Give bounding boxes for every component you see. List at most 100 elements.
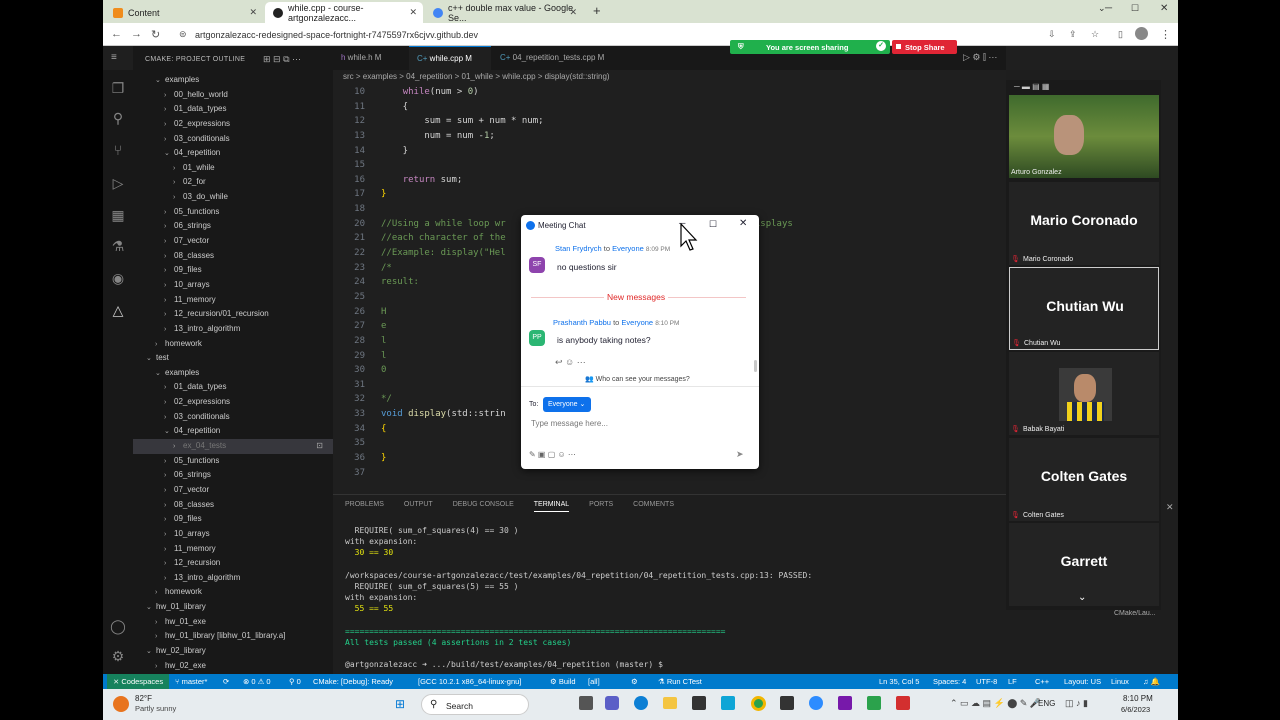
gallery-view-controls[interactable]: ─ ▬ ▤ ▦: [1014, 82, 1049, 91]
sidebar-item[interactable]: ⌄ 04_repetition: [133, 146, 333, 161]
sidebar-item[interactable]: › 10_arrays: [133, 278, 333, 293]
sidebar-item[interactable]: › 11_memory: [133, 542, 333, 557]
participant-tile-babak[interactable]: 🎙 Babak Bayati: [1009, 352, 1159, 435]
sidebar-item[interactable]: › 13_intro_algorithm: [133, 571, 333, 586]
sidebar-item[interactable]: ⌄ 04_repetition: [133, 424, 333, 439]
close-icon[interactable]: ✕: [409, 7, 417, 18]
search-icon[interactable]: ⚲: [110, 110, 126, 126]
build-button[interactable]: ⚙ Build: [550, 677, 576, 686]
edge-icon[interactable]: [634, 696, 648, 710]
clock-date[interactable]: 6/6/2023: [1121, 705, 1150, 714]
close-window-icon[interactable]: ✕: [1160, 3, 1168, 14]
sidebar-item[interactable]: › 07_vector: [133, 234, 333, 249]
new-tab-icon[interactable]: +: [593, 3, 601, 18]
site-info-icon[interactable]: ⊜: [179, 29, 187, 40]
message-input[interactable]: Type message here...: [531, 419, 608, 428]
editor-actions[interactable]: ▷ ⚙ ⫿ ⋯: [963, 52, 997, 63]
explorer-icon[interactable]: ❐: [110, 80, 126, 96]
maximize-window-icon[interactable]: ☐: [1131, 3, 1139, 14]
sidebar-item[interactable]: › 06_strings: [133, 219, 333, 234]
file-explorer-icon[interactable]: [663, 697, 677, 709]
input-language[interactable]: ENG: [1038, 699, 1055, 708]
chat-scrollbar[interactable]: [754, 360, 757, 372]
close-icon[interactable]: ✕: [249, 7, 257, 18]
weather-icon[interactable]: [113, 696, 129, 712]
settings-gear-icon[interactable]: ⚙: [110, 648, 126, 664]
close-icon[interactable]: ✕: [569, 7, 577, 18]
ports-indicator[interactable]: ⚲ 0: [289, 677, 301, 686]
sidebar-item[interactable]: › 01_data_types: [133, 102, 333, 117]
participant-tile-chutian[interactable]: Chutian Wu 🎙 Chutian Wu: [1009, 267, 1159, 350]
keyboard-layout[interactable]: Layout: US: [1064, 677, 1101, 686]
tab-output[interactable]: OUTPUT: [404, 501, 433, 512]
taskbar-search[interactable]: ⚲ Search: [421, 694, 529, 715]
notifications-icon[interactable]: ♫ 🔔: [1143, 677, 1160, 686]
sidebar-item[interactable]: › 12_recursion: [133, 556, 333, 571]
sidebar-item[interactable]: › hw_02_exe: [133, 659, 333, 674]
store-icon[interactable]: [692, 696, 706, 710]
sidebar-item[interactable]: › 12_recursion/01_recursion: [133, 307, 333, 322]
breadcrumb[interactable]: src > examples > 04_repetition > 01_whil…: [343, 72, 610, 81]
editor-tab-while-cpp[interactable]: C+ while.cpp M: [409, 46, 491, 70]
chevron-down-icon[interactable]: ⌄: [1078, 592, 1086, 603]
debug-icon[interactable]: ⚙: [631, 677, 638, 686]
sidebar-item[interactable]: › 09_files: [133, 263, 333, 278]
branch-indicator[interactable]: ⑂ master*: [175, 677, 207, 686]
send-icon[interactable]: ➤: [736, 449, 744, 460]
sidebar-item[interactable]: › 03_do_while: [133, 190, 333, 205]
sidebar-item[interactable]: › 05_functions: [133, 454, 333, 469]
sidebar-item[interactable]: › 08_classes: [133, 498, 333, 513]
browser-tab-while-cpp[interactable]: while.cpp - course-artgonzalezacc... ✕: [265, 2, 423, 23]
sidebar-item[interactable]: › hw_01_exe: [133, 615, 333, 630]
teams-icon[interactable]: [605, 696, 619, 710]
hamburger-menu-icon[interactable]: ≡: [111, 52, 117, 63]
eol[interactable]: LF: [1008, 677, 1017, 686]
sidebar-item[interactable]: › homework: [133, 585, 333, 600]
forward-icon[interactable]: →: [131, 28, 142, 40]
install-icon[interactable]: ⇩: [1048, 29, 1056, 40]
build-target-icon[interactable]: ⊡: [316, 439, 323, 454]
sidebar-item[interactable]: ⌄ hw_01_library: [133, 600, 333, 615]
sidebar-item[interactable]: › 09_files: [133, 512, 333, 527]
chat-close-icon[interactable]: ✕: [739, 218, 747, 229]
sidebar-item[interactable]: › 03_conditionals: [133, 410, 333, 425]
editor-tab-while-h[interactable]: h while.h M: [333, 46, 408, 70]
sidebar-item[interactable]: › 02_expressions: [133, 395, 333, 410]
tab-comments[interactable]: COMMENTS: [633, 501, 674, 512]
participant-tile-arturo[interactable]: Arturo Gonzalez: [1009, 95, 1159, 178]
sidebar-item[interactable]: › 02_expressions: [133, 117, 333, 132]
kit-selector[interactable]: [GCC 10.2.1 x86_64-linux-gnu]: [418, 677, 521, 686]
chrome-icon[interactable]: [751, 696, 766, 711]
chat-maximize-icon[interactable]: ☐: [709, 219, 717, 230]
sidebar-item[interactable]: › 01_data_types: [133, 380, 333, 395]
sidebar-item[interactable]: › 01_while: [133, 161, 333, 176]
task-view-icon[interactable]: [579, 696, 593, 710]
sidebar-item[interactable]: › 03_conditionals: [133, 132, 333, 147]
message-sender[interactable]: Stan Frydrych to Everyone 8:09 PM: [555, 244, 670, 253]
network-volume-icons[interactable]: ◫ ♪ ▮: [1065, 698, 1088, 709]
onenote-icon[interactable]: [838, 696, 852, 710]
language-mode[interactable]: C++: [1035, 677, 1049, 686]
sidebar-item[interactable]: › 00_hello_world: [133, 88, 333, 103]
run-debug-icon[interactable]: ▷: [110, 175, 126, 191]
profile-avatar[interactable]: [1135, 27, 1148, 40]
sidebar-item[interactable]: › 05_functions: [133, 205, 333, 220]
ctest-button[interactable]: ⚗ Run CTest: [658, 677, 702, 686]
stop-share-button[interactable]: Stop Share: [892, 40, 957, 54]
compose-toolbar[interactable]: ✎ ▣ ▢ ☺ ⋯: [529, 450, 576, 459]
source-control-icon[interactable]: ⑂: [110, 142, 126, 158]
reload-icon[interactable]: ↻: [151, 28, 160, 41]
mail-icon[interactable]: [721, 696, 735, 710]
target-selector[interactable]: [all]: [588, 677, 600, 686]
back-icon[interactable]: ←: [111, 28, 122, 40]
sidebar-item[interactable]: › hw_01_library [libhw_01_library.a]: [133, 629, 333, 644]
message-sender[interactable]: Prashanth Pabbu to Everyone 8:10 PM: [553, 318, 679, 327]
sidebar-item[interactable]: › homework: [133, 337, 333, 352]
participant-tile-colten[interactable]: Colten Gates 🎙 Colten Gates: [1009, 438, 1159, 521]
sidebar-item[interactable]: › 07_vector: [133, 483, 333, 498]
participant-tile-mario[interactable]: Mario Coronado 🎙 Mario Coronado: [1009, 182, 1159, 265]
sidebar-item[interactable]: › 08_classes: [133, 249, 333, 264]
windows-start-icon[interactable]: ⊞: [395, 697, 405, 711]
sidebar-item[interactable]: › 02_for: [133, 175, 333, 190]
url-field[interactable]: artgonzalezacc-redesigned-space-fortnigh…: [195, 30, 478, 40]
